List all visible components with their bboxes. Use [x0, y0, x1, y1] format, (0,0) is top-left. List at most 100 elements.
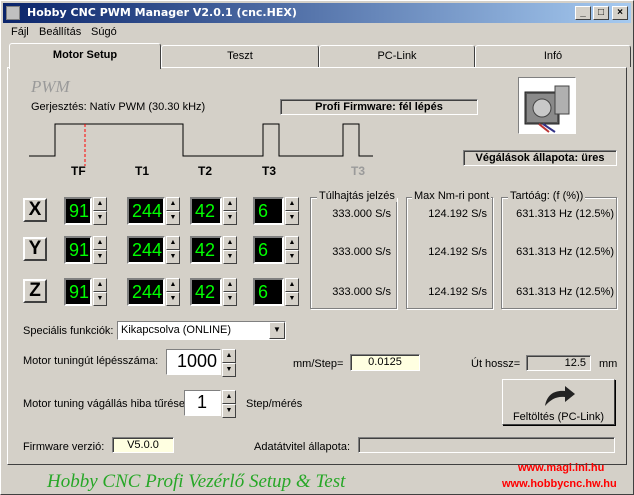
axis-x-value-2[interactable]: 244	[127, 197, 165, 225]
axis-y-stepper-2[interactable]: ▲ ▼	[166, 236, 180, 264]
tuning-steps-input[interactable]: 1000	[166, 349, 221, 375]
down-arrow-icon[interactable]: ▼	[222, 404, 236, 418]
axis-y-stepper-3[interactable]: ▲ ▼	[223, 236, 237, 264]
up-arrow-icon[interactable]: ▲	[223, 278, 237, 292]
axis-z-value-4[interactable]: 6	[253, 278, 284, 306]
axis-z-value-2[interactable]: 244	[127, 278, 165, 306]
tuning-steps-label: Motor tuningút lépésszáma:	[23, 355, 159, 367]
special-label: Speciális funkciók:	[23, 325, 114, 337]
travel-unit: mm	[599, 358, 618, 370]
up-arrow-icon[interactable]: ▲	[93, 278, 107, 292]
maximize-button[interactable]: □	[593, 6, 609, 20]
tab-teszt[interactable]: Teszt	[161, 45, 319, 67]
up-arrow-icon[interactable]: ▲	[166, 278, 180, 292]
down-arrow-icon[interactable]: ▼	[93, 292, 107, 306]
axis-button-z[interactable]: Z	[23, 279, 47, 303]
hold-title: Tartóág: (f (%))	[508, 190, 586, 202]
chevron-down-icon[interactable]: ▼	[269, 322, 285, 339]
down-arrow-icon[interactable]: ▼	[223, 211, 237, 225]
down-arrow-icon[interactable]: ▼	[166, 250, 180, 264]
axis-y-value-4[interactable]: 6	[253, 236, 284, 264]
travel-value: 12.5	[526, 355, 591, 371]
overspeed-title: Túlhajtás jelzés	[317, 190, 397, 202]
max-nm-x: 124.192 S/s	[428, 208, 487, 220]
tab-pc-link[interactable]: PC-Link	[319, 45, 475, 67]
axis-z-stepper-2[interactable]: ▲ ▼	[166, 278, 180, 306]
tuning-error-input[interactable]: 1	[184, 390, 221, 416]
axis-x-stepper-3[interactable]: ▲ ▼	[223, 197, 237, 225]
down-arrow-icon[interactable]: ▼	[93, 211, 107, 225]
axis-x-stepper-4[interactable]: ▲ ▼	[285, 197, 299, 225]
axis-z-value-1[interactable]: 91	[64, 278, 92, 306]
down-arrow-icon[interactable]: ▼	[222, 363, 236, 377]
axis-button-x[interactable]: X	[23, 198, 47, 222]
footer-link-hobbycnc[interactable]: www.hobbycnc.hw.hu	[502, 478, 617, 490]
down-arrow-icon[interactable]: ▼	[223, 292, 237, 306]
upload-button-label: Feltöltés (PC-Link)	[512, 411, 605, 423]
timing-label-t3-disabled: T3	[351, 164, 366, 178]
firmware-mode-display: Profi Firmware: fél lépés	[280, 99, 478, 115]
axis-z-stepper-4[interactable]: ▲ ▼	[285, 278, 299, 306]
axis-y-value-2[interactable]: 244	[127, 236, 165, 264]
axis-y-value-1[interactable]: 91	[64, 236, 92, 264]
axis-z-stepper-1[interactable]: ▲ ▼	[93, 278, 107, 306]
up-arrow-icon[interactable]: ▲	[222, 349, 236, 363]
down-arrow-icon[interactable]: ▼	[166, 211, 180, 225]
down-arrow-icon[interactable]: ▼	[285, 211, 299, 225]
upload-button[interactable]: Feltöltés (PC-Link)	[502, 379, 615, 425]
tuning-error-label: Motor tuning vágállás hiba tűrése:	[23, 398, 189, 410]
axis-x-value-1[interactable]: 91	[64, 197, 92, 225]
up-arrow-icon[interactable]: ▲	[93, 236, 107, 250]
up-arrow-icon[interactable]: ▲	[166, 197, 180, 211]
menu-file[interactable]: Fájl	[11, 26, 29, 38]
motor-image	[518, 77, 576, 134]
down-arrow-icon[interactable]: ▼	[166, 292, 180, 306]
axis-y-stepper-4[interactable]: ▲ ▼	[285, 236, 299, 264]
up-arrow-icon[interactable]: ▲	[285, 236, 299, 250]
axis-x-stepper-1[interactable]: ▲ ▼	[93, 197, 107, 225]
transfer-label: Adatátvitel állapota:	[254, 441, 351, 453]
upload-arrow-icon	[544, 386, 575, 406]
up-arrow-icon[interactable]: ▲	[93, 197, 107, 211]
up-arrow-icon[interactable]: ▲	[223, 197, 237, 211]
tab-info[interactable]: Infó	[475, 45, 631, 67]
menu-settings[interactable]: Beállítás	[39, 26, 81, 38]
tab-motor-setup[interactable]: Motor Setup	[9, 43, 161, 69]
footer-link-magi[interactable]: www.magi.ini.hu	[518, 462, 604, 474]
title-bar[interactable]: Hobby CNC PWM Manager V2.0.1 (cnc.HEX) _…	[3, 3, 631, 23]
down-arrow-icon[interactable]: ▼	[93, 250, 107, 264]
max-nm-z: 124.192 S/s	[428, 286, 487, 298]
up-arrow-icon[interactable]: ▲	[223, 236, 237, 250]
special-select[interactable]: Kikapcsolva (ONLINE) ▼	[117, 321, 286, 340]
down-arrow-icon[interactable]: ▼	[285, 250, 299, 264]
axis-y-stepper-1[interactable]: ▲ ▼	[93, 236, 107, 264]
tuning-steps-stepper[interactable]: ▲ ▼	[222, 349, 236, 377]
travel-label: Út hossz=	[471, 358, 521, 370]
up-arrow-icon[interactable]: ▲	[166, 236, 180, 250]
app-icon	[6, 6, 20, 20]
axis-y-value-3[interactable]: 42	[190, 236, 222, 264]
axis-x-value-3[interactable]: 42	[190, 197, 222, 225]
up-arrow-icon[interactable]: ▲	[222, 390, 236, 404]
hold-z: 631.313 Hz (12.5%)	[516, 286, 614, 298]
minimize-button[interactable]: _	[575, 6, 591, 20]
axis-x-stepper-2[interactable]: ▲ ▼	[166, 197, 180, 225]
waveform-line	[29, 123, 373, 157]
down-arrow-icon[interactable]: ▼	[223, 250, 237, 264]
up-arrow-icon[interactable]: ▲	[285, 197, 299, 211]
limit-status-display: Végálások állapota: üres	[463, 150, 617, 166]
tuning-error-stepper[interactable]: ▲ ▼	[222, 390, 236, 418]
down-arrow-icon[interactable]: ▼	[285, 292, 299, 306]
axis-z-value-3[interactable]: 42	[190, 278, 222, 306]
axis-button-y[interactable]: Y	[23, 237, 47, 261]
special-select-value: Kikapcsolva (ONLINE)	[121, 324, 232, 336]
mm-step-value: 0.0125	[350, 354, 420, 371]
up-arrow-icon[interactable]: ▲	[285, 278, 299, 292]
close-button[interactable]: ×	[612, 6, 628, 20]
axis-x-value-4[interactable]: 6	[253, 197, 284, 225]
axis-z-stepper-3[interactable]: ▲ ▼	[223, 278, 237, 306]
menu-help[interactable]: Súgó	[91, 26, 117, 38]
pwm-logo: PWM	[31, 77, 70, 96]
app-window: Hobby CNC PWM Manager V2.0.1 (cnc.HEX) _…	[0, 0, 634, 495]
overspeed-x: 333.000 S/s	[332, 208, 391, 220]
